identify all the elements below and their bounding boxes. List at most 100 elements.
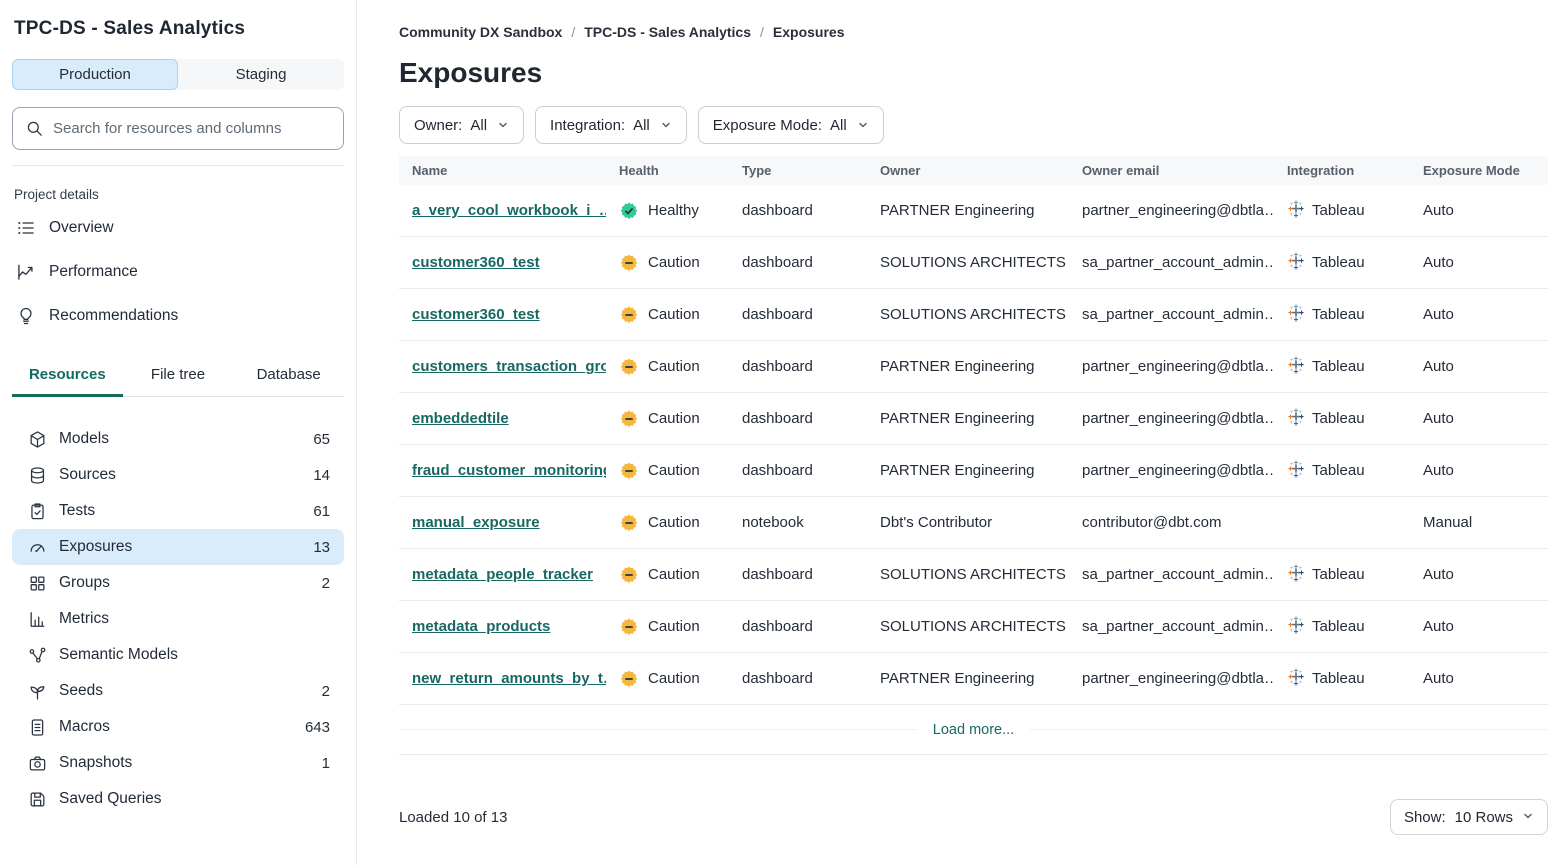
owner-email-cell: sa_partner_account_admin…	[1069, 306, 1274, 323]
sidebar-item-exposures[interactable]: Exposures 13	[12, 529, 344, 565]
integration-filter-button[interactable]: Integration: All	[535, 106, 687, 144]
exposure-name-link[interactable]: metadata_products	[412, 618, 550, 635]
health-cell: Caution	[606, 565, 729, 585]
exposure-name-link[interactable]: a_very_cool_workbook_i_…	[412, 202, 606, 219]
saved-queries-icon	[28, 790, 47, 809]
table-footer: Loaded 10 of 13 Show: 10 Rows	[399, 799, 1548, 835]
owner-email-cell: sa_partner_account_admin…	[1069, 254, 1274, 271]
filter-value: All	[830, 117, 847, 134]
exposure-mode-filter-button[interactable]: Exposure Mode: All	[698, 106, 884, 144]
integration-label: Tableau	[1312, 670, 1365, 687]
sidebar-item-models[interactable]: Models 65	[12, 421, 344, 457]
column-header-owner: Owner	[867, 163, 1069, 178]
production-toggle-button[interactable]: Production	[12, 59, 178, 90]
tab-file-tree[interactable]: File tree	[123, 360, 234, 397]
exposure-name-link[interactable]: customer360_test	[412, 254, 540, 271]
health-label: Caution	[648, 410, 700, 427]
exposure-mode-cell: Auto	[1410, 462, 1548, 479]
health-label: Caution	[648, 514, 700, 531]
breadcrumb-item[interactable]: TPC-DS - Sales Analytics	[584, 24, 751, 40]
sidebar-item-label: Semantic Models	[59, 646, 178, 664]
sidebar-item-seeds[interactable]: Seeds 2	[12, 673, 344, 709]
search-input[interactable]	[53, 120, 331, 137]
integration-cell: Tableau	[1274, 200, 1410, 222]
load-more-link[interactable]: Load more...	[933, 722, 1014, 738]
health-cell: Caution	[606, 253, 729, 273]
health-label: Caution	[648, 670, 700, 687]
recommendations-icon	[16, 306, 36, 326]
exposure-mode-cell: Auto	[1410, 670, 1548, 687]
health-cell: Caution	[606, 357, 729, 377]
type-cell: dashboard	[729, 254, 867, 271]
sidebar-item-recommendations[interactable]: Recommendations	[12, 294, 344, 338]
type-cell: dashboard	[729, 670, 867, 687]
sidebar-item-groups[interactable]: Groups 2	[12, 565, 344, 601]
sidebar-item-tests[interactable]: Tests 61	[12, 493, 344, 529]
loaded-count-text: Loaded 10 of 13	[399, 809, 507, 826]
health-cell: Caution	[606, 513, 729, 533]
table-row: embeddedtile Caution dashboard PARTNER E…	[399, 393, 1548, 445]
type-cell: dashboard	[729, 410, 867, 427]
sidebar-item-label: Models	[59, 430, 109, 448]
metrics-icon	[28, 610, 47, 629]
type-cell: dashboard	[729, 202, 867, 219]
sidebar-item-snapshots[interactable]: Snapshots 1	[12, 745, 344, 781]
tableau-icon	[1287, 304, 1305, 326]
integration-cell: Tableau	[1274, 252, 1410, 274]
tests-icon	[28, 502, 47, 521]
sidebar-item-overview[interactable]: Overview	[12, 206, 344, 250]
integration-label: Tableau	[1312, 358, 1365, 375]
column-header-name: Name	[399, 163, 606, 178]
health-badge-icon	[619, 409, 639, 429]
sidebar-item-sources[interactable]: Sources 14	[12, 457, 344, 493]
exposure-name-link[interactable]: customer360_test	[412, 306, 540, 323]
exposure-name-link[interactable]: metadata_people_tracker	[412, 566, 593, 583]
type-cell: dashboard	[729, 306, 867, 323]
type-cell: notebook	[729, 514, 867, 531]
show-value: 10 Rows	[1455, 809, 1513, 826]
exposure-name-link[interactable]: fraud_customer_monitoring	[412, 462, 606, 479]
owner-filter-button[interactable]: Owner: All	[399, 106, 524, 144]
breadcrumb-item[interactable]: Community DX Sandbox	[399, 24, 562, 40]
exposure-name-link[interactable]: embeddedtile	[412, 410, 509, 427]
health-cell: Caution	[606, 669, 729, 689]
resource-list: Models 65 Sources 14 Tests 61 Exposures …	[12, 421, 344, 817]
resource-count: 13	[313, 539, 330, 556]
sidebar-item-macros[interactable]: Macros 643	[12, 709, 344, 745]
search-box[interactable]	[12, 107, 344, 150]
health-cell: Caution	[606, 409, 729, 429]
tab-resources[interactable]: Resources	[12, 360, 123, 397]
health-label: Caution	[648, 254, 700, 271]
breadcrumb-separator: /	[760, 24, 764, 40]
health-label: Caution	[648, 306, 700, 323]
staging-toggle-button[interactable]: Staging	[178, 59, 344, 90]
semantic-models-icon	[28, 646, 47, 665]
tab-database[interactable]: Database	[233, 360, 344, 397]
sidebar-item-performance[interactable]: Performance	[12, 250, 344, 294]
sidebar-item-semantic-models[interactable]: Semantic Models	[12, 637, 344, 673]
exposure-name-link[interactable]: customers_transaction_gro…	[412, 358, 606, 375]
exposure-mode-cell: Auto	[1410, 410, 1548, 427]
health-badge-icon	[619, 201, 639, 221]
owner-email-cell: partner_engineering@dbtla…	[1069, 462, 1274, 479]
column-header-exposure-mode: Exposure Mode	[1410, 163, 1548, 178]
sidebar-divider	[12, 165, 344, 166]
rows-per-page-button[interactable]: Show: 10 Rows	[1390, 799, 1548, 835]
health-label: Healthy	[648, 202, 699, 219]
owner-cell: SOLUTIONS ARCHITECTS	[867, 618, 1069, 635]
resource-count: 61	[313, 503, 330, 520]
owner-email-cell: partner_engineering@dbtla…	[1069, 202, 1274, 219]
sidebar-item-label: Sources	[59, 466, 116, 484]
owner-email-cell: contributor@dbt.com	[1069, 514, 1274, 531]
exposure-name-link[interactable]: manual_exposure	[412, 514, 540, 531]
sidebar-item-saved-queries[interactable]: Saved Queries	[12, 781, 344, 817]
sidebar-item-label: Snapshots	[59, 754, 132, 772]
sidebar-item-metrics[interactable]: Metrics	[12, 601, 344, 637]
project-details-label: Project details	[14, 187, 344, 202]
filter-bar: Owner: All Integration: All Exposure Mod…	[399, 106, 1548, 144]
owner-email-cell: partner_engineering@dbtla…	[1069, 358, 1274, 375]
health-cell: Caution	[606, 461, 729, 481]
integration-label: Tableau	[1312, 566, 1365, 583]
exposure-name-link[interactable]: new_return_amounts_by_t…	[412, 670, 606, 687]
column-header-health: Health	[606, 163, 729, 178]
